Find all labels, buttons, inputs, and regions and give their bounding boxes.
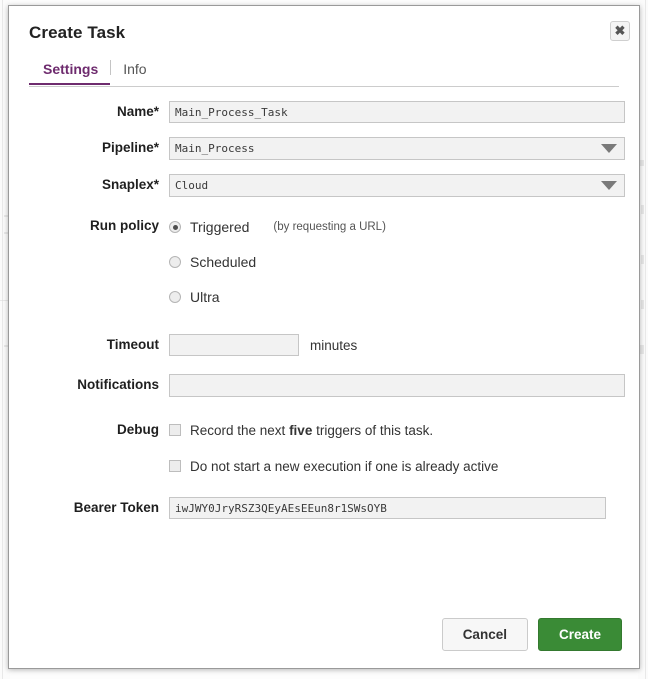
- name-input[interactable]: [169, 101, 625, 123]
- radio-row-scheduled[interactable]: Scheduled: [169, 250, 625, 274]
- notifications-input[interactable]: [169, 374, 625, 397]
- pipeline-input[interactable]: [169, 137, 625, 160]
- bearer-token-input[interactable]: [169, 497, 606, 519]
- pipeline-label: Pipeline*: [101, 140, 159, 155]
- pipeline-field-wrap: [169, 137, 639, 160]
- bearer-token-field-wrap: [169, 497, 639, 519]
- name-label: Name*: [116, 104, 159, 119]
- radio-label-scheduled[interactable]: Scheduled: [190, 254, 256, 270]
- dialog-header: Create Task ✖: [9, 6, 639, 46]
- backdrop-fragment: [641, 300, 644, 309]
- field-row-pipeline: Pipeline*: [9, 137, 639, 160]
- backdrop-rule: [645, 0, 646, 679]
- checkbox-label-no-concurrent-execution[interactable]: Do not start a new execution if one is a…: [190, 459, 498, 474]
- backdrop-fragment: [641, 205, 644, 214]
- field-row-notifications: Notifications: [9, 374, 639, 397]
- backdrop-fragment: [640, 160, 644, 166]
- radio-hint-triggered: (by requesting a URL): [273, 221, 386, 233]
- pipeline-select[interactable]: [169, 137, 625, 160]
- snaplex-input[interactable]: [169, 174, 625, 197]
- name-field-wrap: [169, 101, 639, 123]
- record-text-before: Record the next: [190, 422, 290, 438]
- debug-options: Record the next five triggers of this ta…: [169, 419, 639, 491]
- field-row-run-policy: Run policy Triggered (by requesting a UR…: [9, 215, 639, 320]
- timeout-label: Timeout: [106, 337, 159, 352]
- notifications-field-wrap: [169, 374, 639, 397]
- close-icon[interactable]: ✖: [610, 21, 630, 41]
- checkbox-row-no-concurrent-execution[interactable]: Do not start a new execution if one is a…: [169, 455, 625, 477]
- tab-bar: Settings Info: [29, 60, 619, 87]
- record-text-bold: five: [289, 422, 313, 438]
- snaplex-field-wrap: [169, 174, 639, 197]
- tab-info[interactable]: Info: [111, 61, 158, 83]
- dialog-footer: Cancel Create: [441, 618, 622, 651]
- backdrop-fragment: [641, 255, 644, 264]
- radio-row-ultra[interactable]: Ultra: [169, 285, 625, 309]
- bearer-token-label: Bearer Token: [73, 500, 159, 515]
- record-text-after: triggers of this task.: [312, 422, 434, 438]
- snaplex-select[interactable]: [169, 174, 625, 197]
- run-policy-label: Run policy: [89, 218, 159, 233]
- checkbox-record-triggers[interactable]: [169, 424, 181, 436]
- field-row-name: Name*: [9, 101, 639, 123]
- backdrop-fragment: [640, 345, 644, 354]
- task-settings-form: Name* Pipeline* Snaplex*: [9, 101, 639, 519]
- checkbox-label-record-triggers[interactable]: Record the next five triggers of this ta…: [190, 423, 433, 438]
- field-row-debug: Debug Record the next five triggers of t…: [9, 419, 639, 491]
- snaplex-label: Snaplex*: [101, 177, 159, 192]
- debug-label: Debug: [117, 422, 159, 437]
- cancel-button[interactable]: Cancel: [441, 618, 528, 651]
- dialog-title: Create Task: [29, 23, 126, 42]
- run-policy-options: Triggered (by requesting a URL) Schedule…: [169, 215, 639, 320]
- create-task-dialog: Create Task ✖ SettingsInfo Name* Pipelin…: [8, 5, 640, 669]
- checkbox-row-record-triggers[interactable]: Record the next five triggers of this ta…: [169, 419, 625, 441]
- radio-label-triggered[interactable]: Triggered: [190, 219, 249, 235]
- backdrop-rule: [2, 0, 3, 679]
- timeout-field-wrap: minutes: [169, 334, 639, 356]
- field-row-snaplex: Snaplex*: [9, 174, 639, 197]
- radio-scheduled[interactable]: [169, 256, 181, 268]
- field-row-bearer-token: Bearer Token: [9, 497, 639, 519]
- radio-row-triggered[interactable]: Triggered (by requesting a URL): [169, 215, 625, 239]
- notifications-label: Notifications: [77, 377, 159, 392]
- radio-ultra[interactable]: [169, 291, 181, 303]
- checkbox-no-concurrent-execution[interactable]: [169, 460, 181, 472]
- field-row-timeout: Timeout minutes: [9, 334, 639, 356]
- create-button[interactable]: Create: [537, 618, 622, 651]
- radio-triggered[interactable]: [169, 221, 181, 233]
- timeout-input[interactable]: [169, 334, 299, 356]
- timeout-unit-label: minutes: [310, 337, 358, 353]
- tab-settings[interactable]: Settings: [29, 61, 111, 85]
- radio-label-ultra[interactable]: Ultra: [190, 289, 220, 305]
